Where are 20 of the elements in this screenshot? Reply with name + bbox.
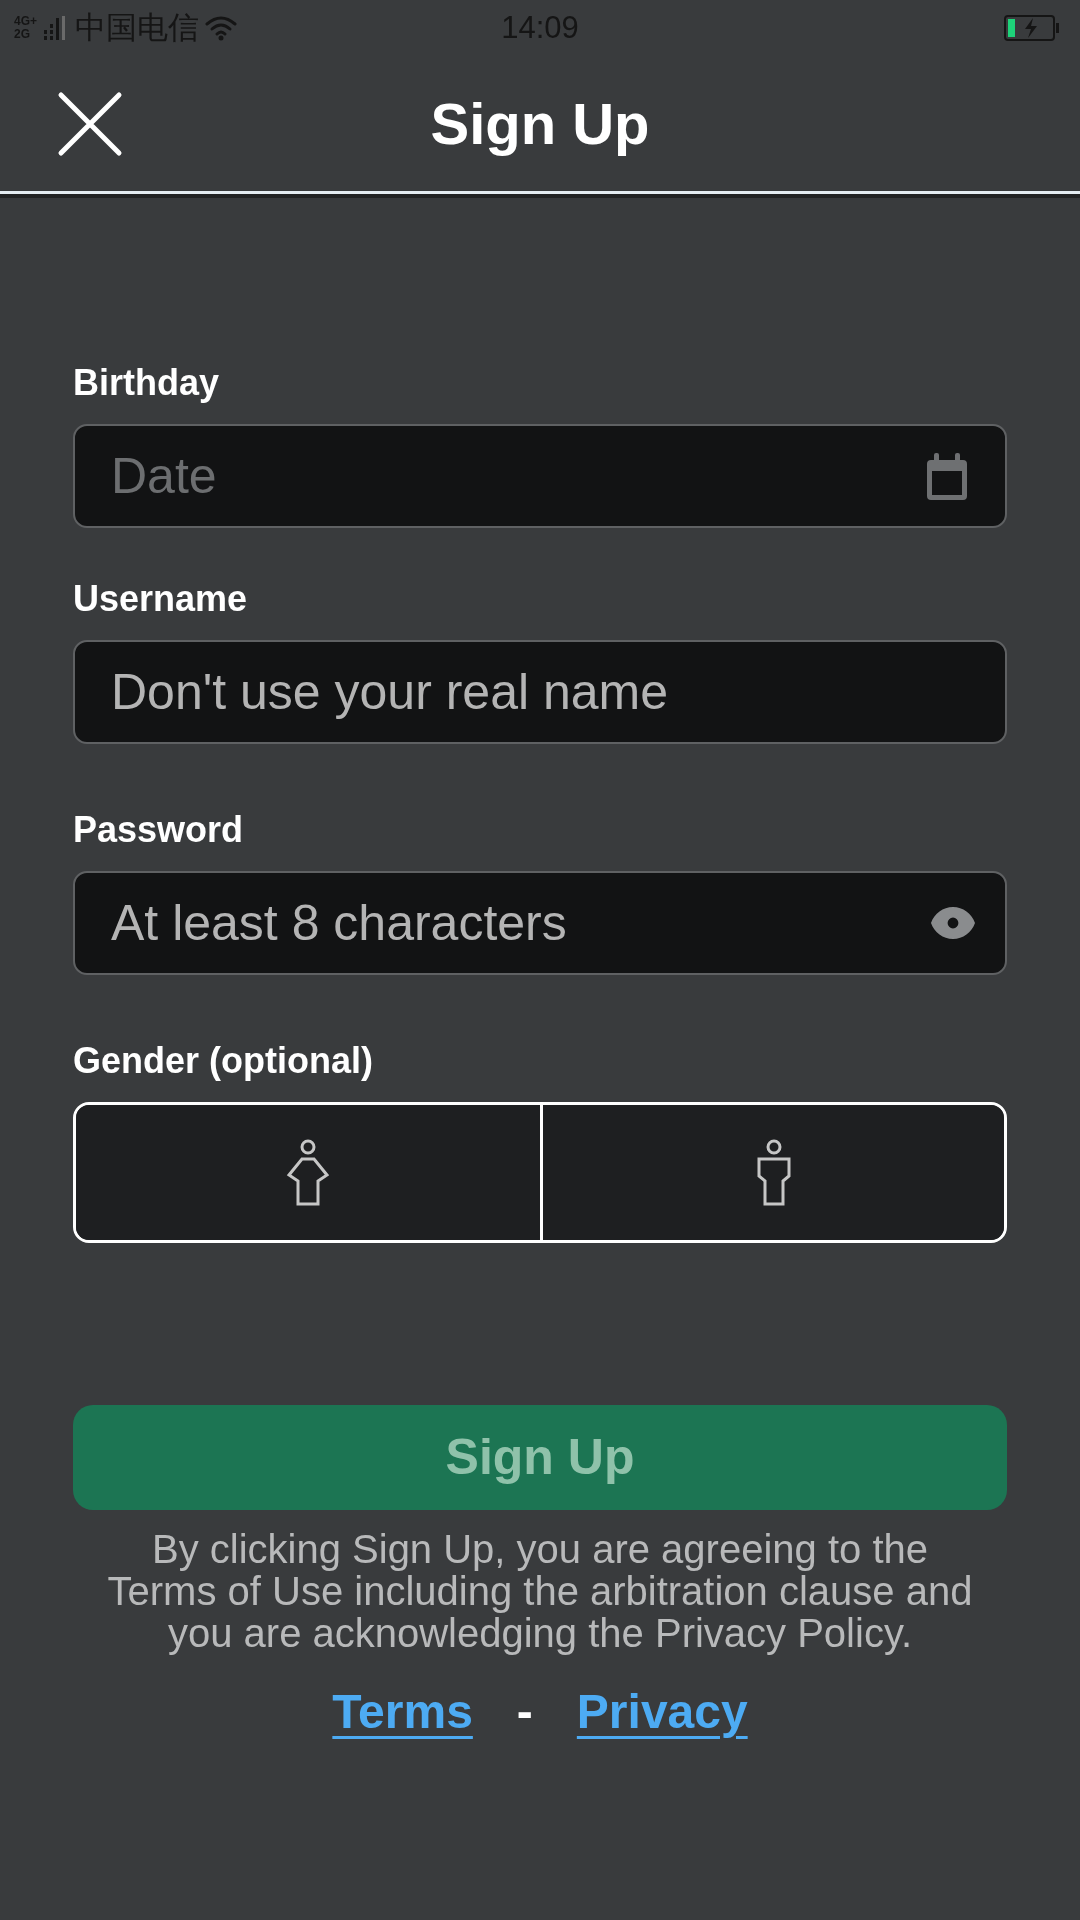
password-input-field[interactable]: At least 8 characters	[73, 871, 1007, 975]
wifi-icon	[205, 15, 237, 41]
male-figure-icon	[755, 1138, 792, 1207]
battery-charging-icon	[1004, 15, 1060, 41]
field-label: Gender (optional)	[73, 1041, 373, 1081]
link-separator: -	[516, 1684, 533, 1740]
date-input-field[interactable]: Date	[73, 424, 1007, 528]
field-label: Username	[73, 579, 248, 619]
footer-link[interactable]: Privacy	[576, 1684, 748, 1740]
field-label: Password	[73, 810, 244, 850]
signal-bars-icon	[43, 15, 65, 41]
eye-icon[interactable]	[929, 907, 977, 939]
page-title: Sign Up	[430, 89, 650, 158]
close-button[interactable]	[57, 90, 123, 157]
text-input-field[interactable]: Don't use your real name	[73, 640, 1007, 744]
female-figure-icon	[286, 1138, 330, 1207]
close-icon	[57, 90, 123, 157]
field-label: Birthday	[73, 363, 220, 403]
terms-disclaimer: By clicking Sign Up, you are agreeing to the Terms of Use including the arbitration clause and you are acknowledging the Privacy Policy.	[106, 1528, 974, 1654]
footer-link[interactable]: Terms	[332, 1684, 473, 1740]
